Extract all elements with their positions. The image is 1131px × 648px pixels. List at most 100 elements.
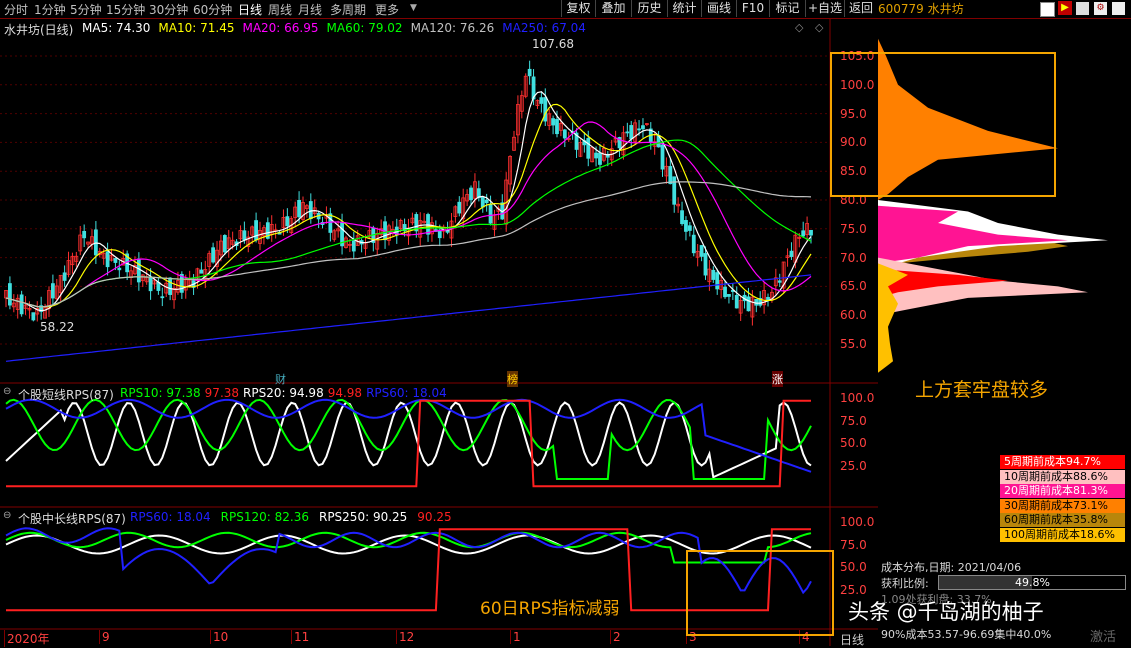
period-tab-weekly[interactable]: 周线: [268, 1, 292, 18]
statistics-button[interactable]: 统计: [667, 0, 701, 17]
candle-body: [629, 125, 634, 140]
candle-body: [711, 269, 716, 280]
candle-body: [50, 283, 55, 299]
date-tick: 9: [99, 630, 110, 644]
period-tab-daily[interactable]: 日线: [238, 1, 262, 18]
ma-label: MA20: 66.95: [242, 21, 319, 35]
rps-short-label: 97.38: [204, 386, 240, 400]
candle-body: [254, 220, 258, 241]
concentration-90-line: 90%成本53.57-96.69集中40.0%: [881, 628, 1052, 641]
candle-body: [641, 125, 645, 130]
diamond-icon[interactable]: ◇: [795, 21, 803, 34]
main-chart-title: 水井坊(日线): [4, 23, 74, 37]
period-tab-monthly[interactable]: 月线: [298, 1, 322, 18]
rps-long-title: 个股中长线RPS(87): [18, 512, 126, 526]
period-tab-more[interactable]: 更多: [375, 1, 399, 18]
candle-body: [625, 131, 630, 134]
cost-legend-row: 100周期前成本18.6%: [1000, 527, 1125, 542]
period-tab-intraday[interactable]: 分时: [4, 1, 28, 18]
candle-body: [586, 138, 591, 159]
candle-body: [684, 220, 688, 232]
candle-body: [136, 258, 141, 283]
annotation-resistance: 上方套牢盘较多: [915, 379, 1049, 401]
more-dropdown-icon[interactable]: ▼: [410, 3, 417, 13]
candle-body: [148, 276, 153, 292]
cost-legend-row: 60周期前成本35.8%: [1000, 513, 1125, 527]
collapse-icon[interactable]: ⊖: [3, 510, 15, 522]
candle-body: [222, 235, 227, 253]
candle-body: [715, 272, 720, 290]
rps60-weak-box: [686, 550, 834, 636]
candle-body: [691, 234, 696, 254]
activate-label: 激活: [1090, 630, 1117, 645]
history-button[interactable]: 历史: [631, 0, 667, 17]
candle-body: [555, 119, 559, 135]
restore-rights-button[interactable]: 复权: [561, 0, 595, 17]
mark-button[interactable]: 标记: [769, 0, 805, 17]
window-icon[interactable]: [1112, 2, 1125, 15]
candle-body: [211, 247, 216, 263]
overlay-button[interactable]: 叠加: [595, 0, 631, 17]
candle-body: [19, 294, 24, 315]
diamond-icon[interactable]: ◇: [815, 21, 823, 34]
draw-line-button[interactable]: 画线: [701, 0, 736, 17]
rps-long-label: RPS120: 82.36: [220, 510, 309, 524]
period-tab-1min[interactable]: 1分钟: [34, 1, 66, 18]
date-tick: 11: [291, 630, 309, 644]
chip-icon[interactable]: [1040, 2, 1055, 17]
rps-tick: 25.0: [840, 458, 867, 473]
period-tab-5min[interactable]: 5分钟: [70, 1, 102, 18]
period-toolbar: 分时 1分钟 5分钟 15分钟 30分钟 60分钟 日线 周线 月线 多周期 更…: [0, 0, 1131, 19]
period-tab-15min[interactable]: 15分钟: [106, 1, 145, 18]
period-tab-multi[interactable]: 多周期: [330, 1, 366, 18]
collapse-icon[interactable]: ⊖: [3, 386, 15, 398]
candle-body: [480, 196, 485, 208]
flag-icon[interactable]: ▶: [1058, 1, 1072, 15]
profit-ratio-bar: 49.8%: [938, 575, 1126, 590]
rps-long-label: RPS250: 90.25: [318, 510, 408, 524]
low-price-label: 58.22: [40, 320, 75, 334]
settings-icon[interactable]: ⚙: [1094, 2, 1107, 15]
watermark: 头条 @千岛湖的柚子: [848, 600, 1044, 624]
add-watchlist-button[interactable]: +自选: [805, 0, 844, 17]
date-tick: 1: [510, 630, 521, 644]
candle-body: [699, 245, 704, 257]
rps-tick: 75.0: [840, 537, 867, 552]
cost-legend-row: 20周期前成本81.3%: [1000, 484, 1125, 498]
rps-tick: 25.0: [840, 582, 867, 597]
grid-icon[interactable]: [1076, 2, 1089, 15]
event-marker-list[interactable]: 榜: [507, 371, 518, 387]
profit-ratio-value: 49.8%: [1015, 576, 1050, 589]
period-tab-30min[interactable]: 30分钟: [149, 1, 188, 18]
rps-short-legend: RPS10: 97.38 97.38 RPS20: 94.98 94.98 RPS60:…: [120, 386, 451, 400]
period-indicator: 日线: [840, 633, 865, 647]
cost-date-line: 成本分布,日期: 2021/04/06: [881, 561, 1022, 574]
ma-label: MA5: 74.30: [82, 21, 151, 35]
rps-long-legend: RPS60: 18.04 RPS120: 82.36 RPS250: 90.25 90…: [130, 510, 462, 524]
price-tick: 60.0: [840, 308, 867, 323]
candle-body: [488, 204, 493, 224]
candle-body: [308, 201, 313, 220]
f10-button[interactable]: F10: [736, 0, 769, 17]
candle-body: [527, 68, 532, 77]
candle-body: [539, 97, 544, 104]
candle-body: [723, 286, 727, 298]
rps-tick: 50.0: [840, 436, 867, 450]
candle-body: [199, 269, 204, 274]
event-marker-limitup[interactable]: 涨: [772, 371, 783, 387]
period-tab-60min[interactable]: 60分钟: [193, 1, 232, 18]
back-button[interactable]: 返回: [844, 0, 877, 17]
event-marker-finance[interactable]: 财: [275, 371, 286, 387]
cost-legend-row: 10周期前成本88.6%: [1000, 469, 1125, 484]
price-tick: 65.0: [840, 279, 867, 294]
candle-body: [457, 201, 462, 214]
candle-body: [168, 277, 173, 295]
candle-body: [351, 240, 356, 252]
price-tick: 70.0: [840, 250, 867, 265]
ma-label: MA60: 79.02: [326, 21, 403, 35]
ma-label: MA250: 67.04: [502, 21, 586, 35]
rps-short-label: 94.98: [327, 386, 363, 400]
ma-label: MA120: 76.26: [410, 21, 495, 35]
date-tick: 2: [610, 630, 621, 644]
annotation-rps-weak: 60日RPS指标减弱: [480, 599, 620, 619]
